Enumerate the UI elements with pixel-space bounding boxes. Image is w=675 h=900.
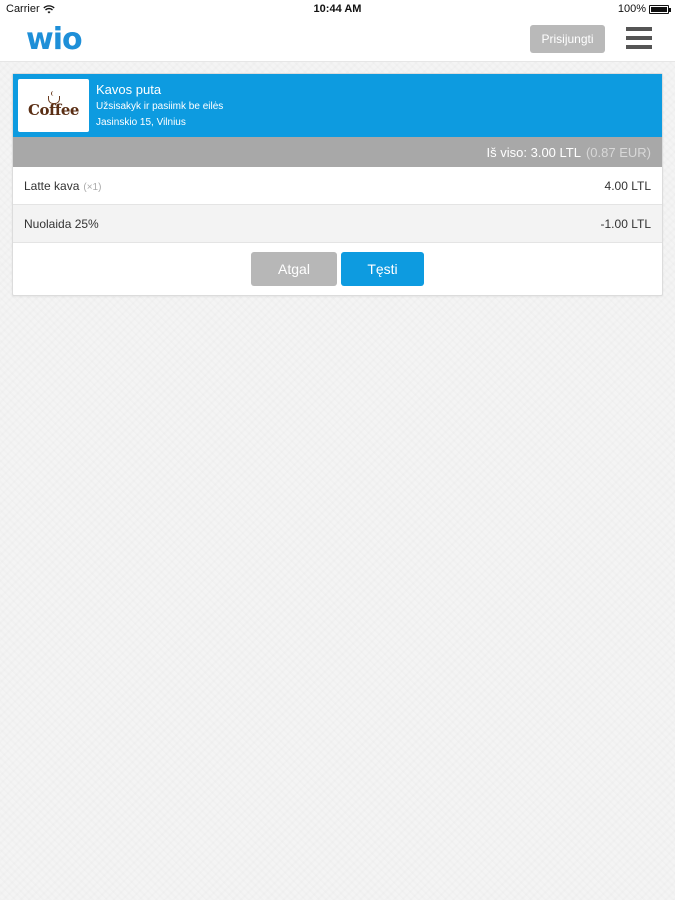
shop-slogan: Užsisakyk ir pasiimk be eilės [96,101,224,112]
battery-icon [649,4,671,14]
top-navbar: wio Prisijungti [0,18,675,62]
shop-logo: Coffee [18,79,89,132]
order-card: Coffee Kavos puta Užsisakyk ir pasiimk b… [12,73,663,296]
item-price: -1.00 LTL [600,216,651,231]
login-button[interactable]: Prisijungti [530,25,605,53]
shop-address: Jasinskio 15, Vilnius [96,117,186,128]
battery-info: 100% [617,3,671,15]
order-line-item: Latte kava (×1) 4.00 LTL [13,167,662,205]
item-name: Latte kava [24,178,80,193]
continue-button[interactable]: Tęsti [341,252,424,286]
coffee-cup-icon [45,91,63,104]
wio-logo[interactable]: wio [26,22,83,57]
hamburger-menu-icon[interactable] [626,27,652,49]
battery-percent: 100% [617,3,646,15]
status-time: 10:44 AM [313,3,362,15]
back-button[interactable]: Atgal [251,252,337,286]
shop-name: Kavos puta [96,82,162,97]
action-buttons: Atgal Tęsti [13,243,662,295]
shop-logo-text: Coffee [28,101,79,119]
status-bar: Carrier 10:44 AM 100% [0,0,675,18]
shop-header: Coffee Kavos puta Užsisakyk ir pasiimk b… [13,74,662,137]
order-total-bar: Iš viso: 3.00 LTL (0.87 EUR) [13,137,662,167]
total-eur: (0.87 EUR) [585,144,651,160]
item-name-wrap: Latte kava (×1) [24,179,101,193]
item-price: 4.00 LTL [604,178,651,193]
total-ltl: Iš viso: 3.00 LTL [486,144,581,160]
order-line-item: Nuolaida 25% -1.00 LTL [13,205,662,243]
item-name: Nuolaida 25% [24,216,99,231]
item-quantity: (×1) [83,181,102,193]
